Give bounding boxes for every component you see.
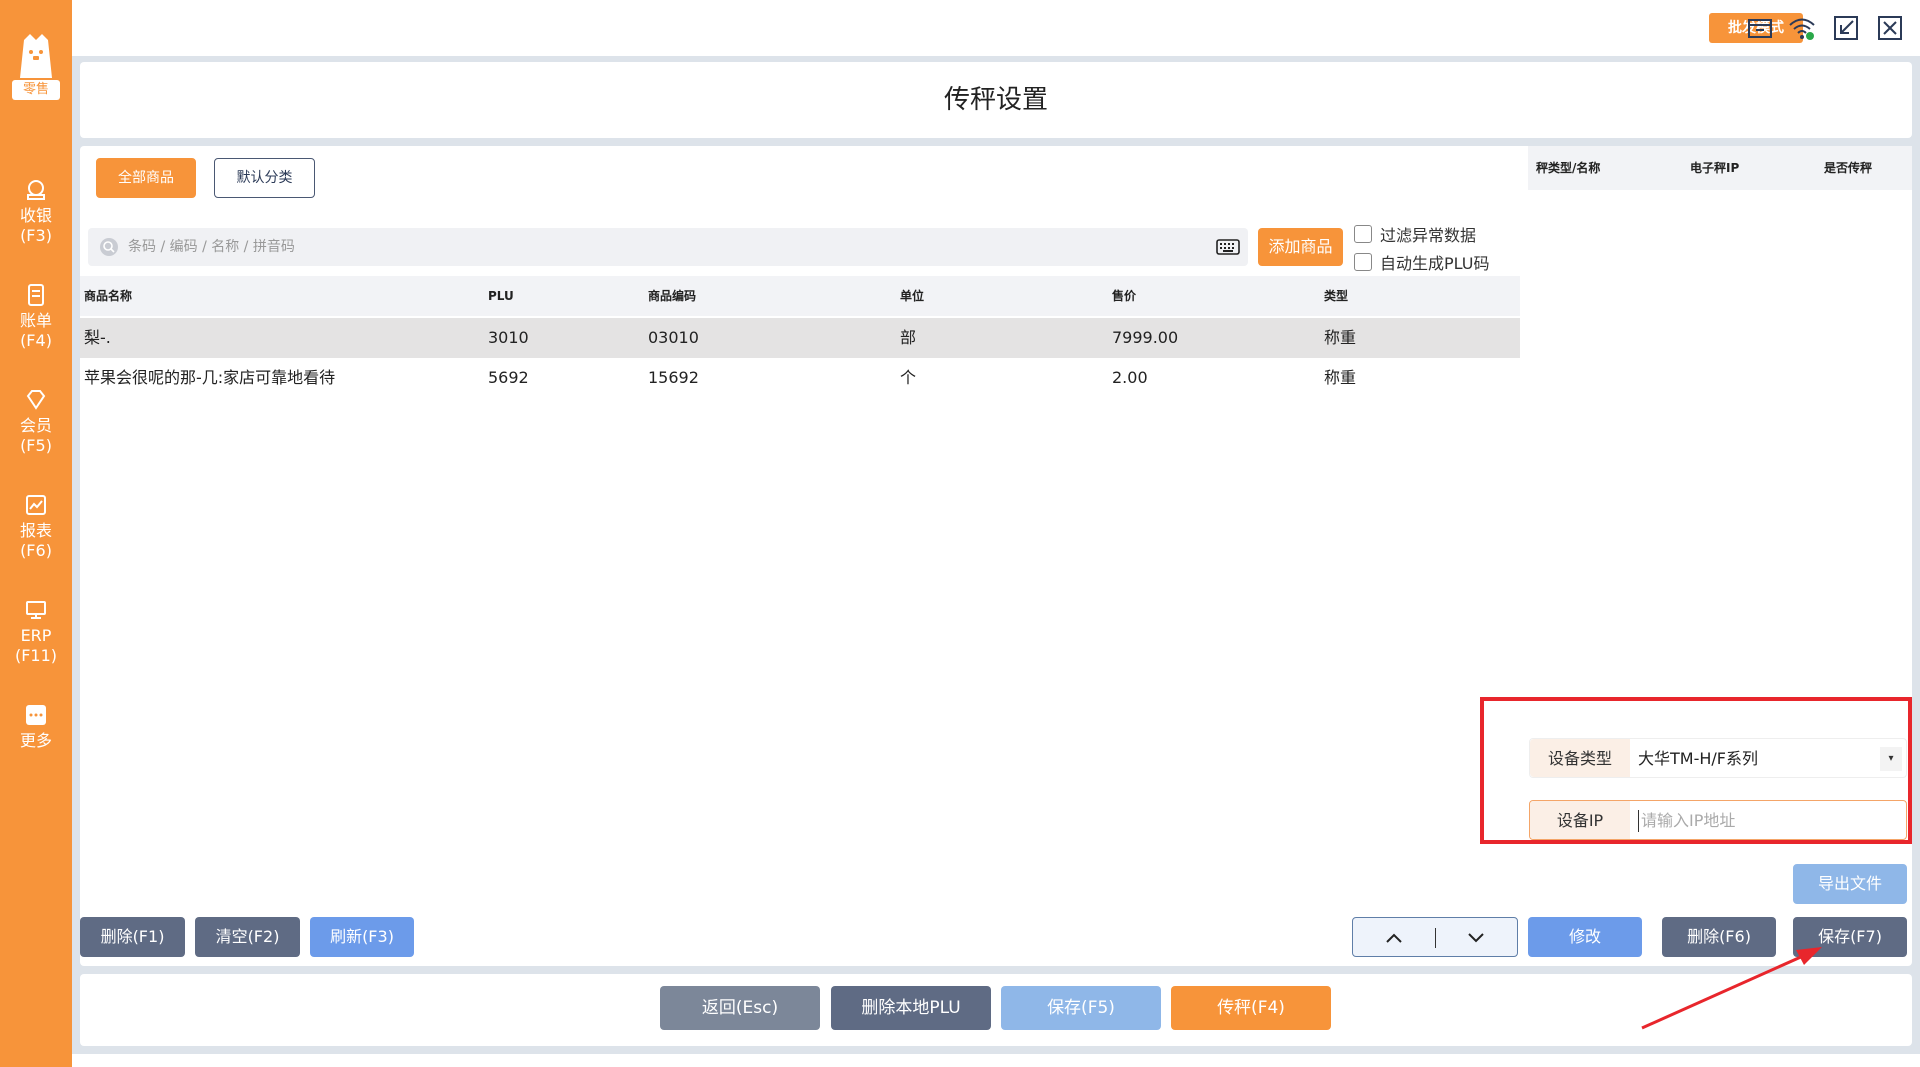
device-ip-label: 设备IP	[1530, 801, 1630, 839]
status-bar	[72, 1054, 1920, 1067]
cell-code: 03010	[648, 328, 699, 347]
cell-unit: 个	[900, 368, 917, 387]
sidebar-item-label: ERP	[20, 626, 52, 645]
sidebar-item-key: (F3)	[20, 226, 52, 245]
report-chart-icon	[26, 495, 46, 515]
page-title: 传秤设置	[943, 85, 1048, 115]
sidebar-item-label: 会员	[19, 416, 52, 435]
save-button[interactable]: 保存(F5)	[1001, 986, 1161, 1030]
device-type-value: 大华TM-H/F系列	[1638, 749, 1758, 768]
sidebar-item-erp[interactable]: ERP (F11)	[0, 598, 72, 666]
main-panel: 全部商品 默认分类 条码 / 编码 / 名称 / 拼音码 添加商品 过滤异常数据…	[80, 146, 1912, 966]
transfer-scale-button[interactable]: 传秤(F4)	[1171, 986, 1331, 1030]
cell-type: 称重	[1324, 328, 1357, 347]
app-logo: 零售	[12, 30, 60, 102]
member-diamond-icon	[26, 390, 46, 410]
add-product-button[interactable]: 添加商品	[1258, 228, 1343, 266]
cell-price: 7999.00	[1112, 328, 1179, 347]
sidebar-item-reports[interactable]: 报表 (F6)	[0, 493, 72, 561]
bear-logo-icon	[20, 34, 52, 78]
export-file-button[interactable]: 导出文件	[1793, 864, 1907, 904]
cell-name: 苹果会很呢的那-几:家店可靠地看待	[84, 368, 336, 387]
chevron-down-icon[interactable]: ▾	[1880, 747, 1902, 771]
sidebar-item-label: 报表	[19, 521, 52, 540]
delete-local-plu-button[interactable]: 删除本地PLU	[831, 986, 991, 1030]
cell-price: 2.00	[1112, 368, 1148, 387]
cell-plu: 3010	[488, 328, 529, 347]
action-bar: 返回(Esc) 删除本地PLU 保存(F5) 传秤(F4)	[80, 974, 1912, 1046]
category-all-button[interactable]: 全部商品	[96, 158, 196, 198]
column-header-plu: PLU	[488, 289, 514, 303]
checkbox-label: 过滤异常数据	[1380, 226, 1477, 245]
sidebar-item-label: 收银	[19, 206, 52, 225]
sidebar-item-key: (F5)	[20, 436, 52, 455]
search-input[interactable]: 条码 / 编码 / 名称 / 拼音码	[88, 228, 1248, 266]
device-type-label: 设备类型	[1530, 739, 1630, 777]
minimize-window-icon[interactable]	[1832, 14, 1860, 42]
column-header-name: 商品名称	[84, 289, 133, 303]
sidebar-item-key: (F11)	[14, 646, 58, 665]
keyboard-icon[interactable]	[1216, 237, 1240, 257]
sidebar-item-label: 账单	[19, 311, 52, 330]
device-ip-placeholder: 请输入IP地址	[1638, 810, 1735, 832]
more-dots-icon	[26, 705, 46, 725]
table-row[interactable]: 梨-. 3010 03010 部 7999.00 称重	[80, 318, 1520, 358]
page-up-down-control[interactable]	[1352, 917, 1518, 957]
device-ip-field[interactable]: 设备IP 请输入IP地址	[1529, 800, 1907, 840]
clear-button[interactable]: 清空(F2)	[195, 917, 300, 957]
scale-list-header: 秤类型/名称 电子秤IP 是否传秤	[1528, 146, 1912, 190]
filter-abnormal-checkbox[interactable]: 过滤异常数据	[1354, 222, 1476, 246]
save-scale-button[interactable]: 保存(F7)	[1793, 917, 1907, 957]
column-header-scale-ip: 电子秤IP	[1690, 161, 1740, 175]
cell-plu: 5692	[488, 368, 529, 387]
device-type-select[interactable]: 设备类型 大华TM-H/F系列 ▾	[1529, 738, 1907, 778]
monitor-icon	[26, 601, 46, 619]
sidebar-item-more[interactable]: 更多	[0, 703, 72, 751]
modify-button[interactable]: 修改	[1528, 917, 1642, 957]
column-header-unit: 单位	[900, 289, 925, 303]
back-button[interactable]: 返回(Esc)	[660, 986, 820, 1030]
cell-code: 15692	[648, 368, 699, 387]
cell-unit: 部	[900, 328, 917, 347]
chevron-up-icon[interactable]	[1385, 930, 1403, 946]
cash-icon	[27, 180, 45, 200]
checkbox-box[interactable]	[1354, 253, 1372, 271]
sidebar-item-key: (F6)	[20, 541, 52, 560]
divider	[1435, 928, 1436, 948]
chevron-down-icon[interactable]	[1467, 930, 1485, 946]
delete-button[interactable]: 删除(F1)	[80, 917, 185, 957]
column-header-type: 类型	[1324, 289, 1349, 303]
top-bar: 批发模式	[72, 0, 1920, 56]
sidebar-item-members[interactable]: 会员 (F5)	[0, 388, 72, 456]
column-header-code: 商品编码	[648, 289, 697, 303]
cell-name: 梨-.	[84, 328, 111, 347]
sidebar-item-key: (F4)	[20, 331, 52, 350]
cell-type: 称重	[1324, 368, 1357, 387]
sidebar-item-bills[interactable]: 账单 (F4)	[0, 283, 72, 351]
table-row[interactable]: 苹果会很呢的那-几:家店可靠地看待 5692 15692 个 2.00 称重	[80, 358, 1520, 398]
category-default-button[interactable]: 默认分类	[214, 158, 315, 198]
title-card: 传秤设置	[80, 62, 1912, 138]
sidebar-item-label: 更多	[19, 731, 52, 750]
search-placeholder: 条码 / 编码 / 名称 / 拼音码	[128, 239, 295, 255]
checkbox-label: 自动生成PLU码	[1380, 254, 1490, 273]
delete-scale-button[interactable]: 删除(F6)	[1662, 917, 1776, 957]
search-icon	[100, 238, 118, 256]
cash-drawer-icon[interactable]	[1746, 14, 1774, 42]
column-header-scale-name: 秤类型/名称	[1536, 161, 1601, 175]
sidebar-item-checkout[interactable]: 收银 (F3)	[0, 178, 72, 246]
refresh-button[interactable]: 刷新(F3)	[310, 917, 414, 957]
close-icon[interactable]	[1876, 14, 1904, 42]
logo-label: 零售	[12, 80, 60, 100]
auto-plu-checkbox[interactable]: 自动生成PLU码	[1354, 250, 1489, 274]
column-header-price: 售价	[1112, 289, 1137, 303]
wifi-icon[interactable]	[1788, 14, 1816, 42]
bill-icon	[28, 284, 44, 306]
table-header: 商品名称 PLU 商品编码 单位 售价 类型	[80, 276, 1520, 316]
checkbox-box[interactable]	[1354, 225, 1372, 243]
column-header-transfer: 是否传秤	[1824, 161, 1873, 175]
sidebar: 零售 收银 (F3) 账单 (F4) 会员 (F5) 报表 (F6) ERP (…	[0, 0, 72, 1067]
